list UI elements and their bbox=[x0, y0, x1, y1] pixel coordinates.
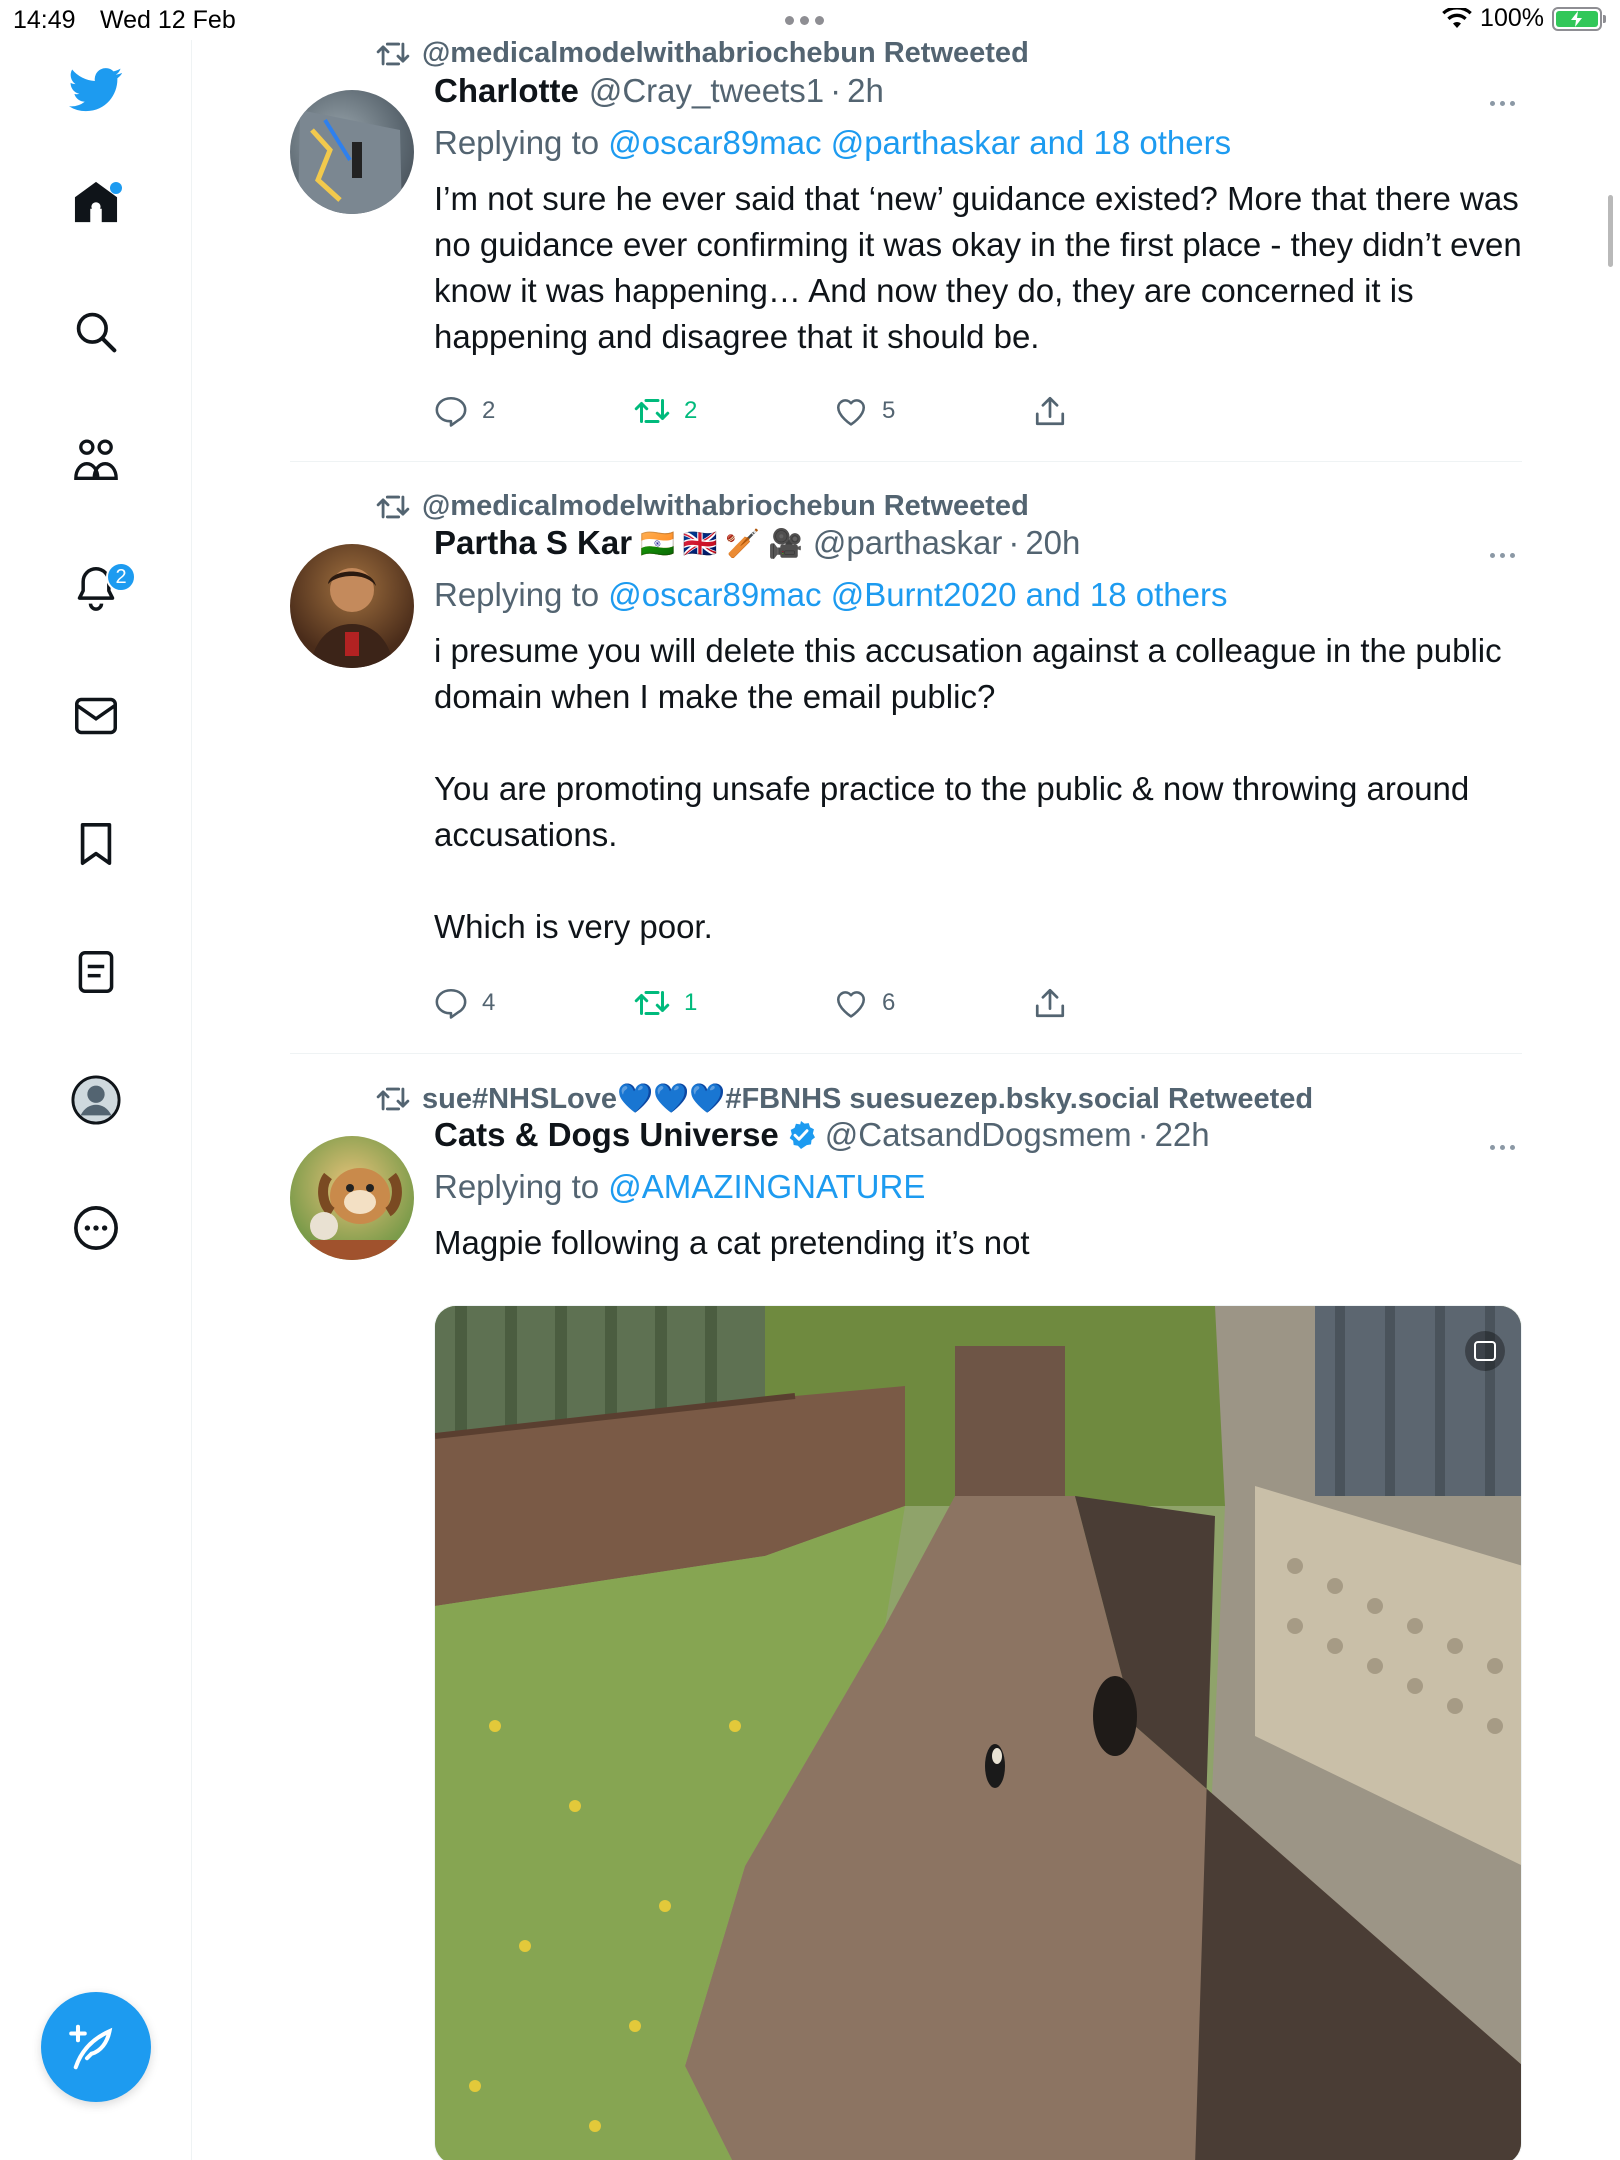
separator-dot: · bbox=[1008, 524, 1020, 561]
wifi-icon bbox=[1442, 7, 1472, 28]
retweeted-by-text[interactable]: @medicalmodelwithabriochebun Retweeted bbox=[422, 490, 1029, 523]
reply-button[interactable]: 2 bbox=[434, 394, 634, 428]
replying-to: Replying to @oscar89mac @parthaskar and … bbox=[434, 124, 1524, 162]
tweet-text: i presume you will delete this accusatio… bbox=[434, 632, 1502, 945]
author-handle[interactable]: @Cray_tweets1 bbox=[589, 72, 824, 110]
tweet-text: I’m not sure he ever said that ‘new’ gui… bbox=[434, 180, 1522, 355]
avatar[interactable] bbox=[290, 90, 414, 214]
retweet-icon bbox=[634, 399, 670, 423]
author-name[interactable]: Charlotte bbox=[434, 72, 579, 110]
replying-to: Replying to @oscar89mac @Burnt2020 and 1… bbox=[434, 576, 1524, 614]
replying-prefix: Replying to bbox=[434, 124, 600, 161]
author-handle[interactable]: @parthaskar bbox=[813, 524, 1002, 562]
retweet-context: sue#NHSLove💙💙💙#FBNHS suesuezep.bsky.soci… bbox=[376, 1082, 1313, 1116]
heart-icon bbox=[836, 399, 866, 426]
video-frame-image bbox=[435, 1306, 1521, 2160]
notifications-badge: 2 bbox=[106, 562, 136, 592]
sidebar: 2 bbox=[0, 40, 192, 2160]
status-time: 14:49 bbox=[13, 6, 76, 34]
compose-feather-icon bbox=[69, 2024, 113, 2070]
notifications-bell-icon[interactable]: 2 bbox=[66, 558, 136, 618]
retweeted-by-text[interactable]: @medicalmodelwithabriochebun Retweeted bbox=[422, 37, 1029, 70]
compose-tweet-button[interactable] bbox=[41, 1992, 151, 2102]
replying-to-links[interactable]: @oscar89mac @Burnt2020 and 18 others bbox=[608, 576, 1227, 613]
tweet-more-menu-icon[interactable] bbox=[1482, 1132, 1522, 1162]
tweet[interactable]: @medicalmodelwithabriochebun Retweeted C… bbox=[290, 30, 1522, 462]
reply-count: 4 bbox=[482, 989, 496, 1016]
replying-to-links[interactable]: @oscar89mac @parthaskar and 18 others bbox=[608, 124, 1231, 161]
avatar[interactable] bbox=[290, 544, 414, 668]
author-name[interactable]: Cats & Dogs Universe bbox=[434, 1116, 779, 1154]
heart-icon bbox=[836, 991, 866, 1018]
retweet-icon bbox=[376, 42, 410, 65]
like-count: 6 bbox=[882, 989, 896, 1016]
battery-percent: 100% bbox=[1480, 4, 1544, 32]
tweet-time[interactable]: 2h bbox=[847, 72, 884, 110]
retweet-button[interactable]: 2 bbox=[634, 394, 834, 428]
search-icon[interactable] bbox=[66, 302, 126, 362]
reply-count: 2 bbox=[482, 397, 496, 424]
retweet-context: @medicalmodelwithabriochebun Retweeted bbox=[376, 490, 1029, 523]
share-icon bbox=[1035, 988, 1065, 1018]
communities-icon[interactable] bbox=[66, 430, 126, 490]
messages-envelope-icon[interactable] bbox=[66, 686, 126, 746]
tweet-actions: 2 2 5 bbox=[434, 394, 1234, 428]
twitter-logo-icon[interactable] bbox=[66, 60, 126, 120]
status-date: Wed 12 Feb bbox=[100, 6, 236, 34]
bookmark-icon[interactable] bbox=[66, 814, 126, 874]
tweet-content: Charlotte @Cray_tweets1 · 2h Replying to… bbox=[434, 72, 1524, 360]
replying-to-links[interactable]: @AMAZINGNATURE bbox=[608, 1168, 925, 1205]
scrollbar-thumb[interactable] bbox=[1608, 195, 1613, 267]
retweet-icon bbox=[634, 991, 670, 1015]
tweet-more-menu-icon[interactable] bbox=[1482, 540, 1522, 570]
share-button[interactable] bbox=[1034, 394, 1234, 428]
replying-to: Replying to @AMAZINGNATURE bbox=[434, 1168, 1524, 1206]
lists-icon[interactable] bbox=[66, 942, 126, 1002]
share-icon bbox=[1035, 396, 1065, 426]
like-count: 5 bbox=[882, 397, 896, 424]
retweet-count: 2 bbox=[684, 397, 698, 424]
separator-dot: · bbox=[1137, 1116, 1149, 1153]
author-handle[interactable]: @CatsandDogsmem bbox=[825, 1116, 1132, 1154]
reply-icon bbox=[435, 396, 467, 427]
retweet-context: @medicalmodelwithabriochebun Retweeted bbox=[376, 37, 1029, 70]
multitasking-dots-icon[interactable] bbox=[785, 16, 824, 25]
tweet-content: Cats & Dogs Universe @CatsandDogsmem · 2… bbox=[434, 1116, 1524, 1266]
retweet-icon bbox=[376, 1087, 410, 1111]
like-button[interactable]: 6 bbox=[834, 986, 1034, 1020]
retweet-button[interactable]: 1 bbox=[634, 986, 834, 1020]
author-name-emoji: 🇮🇳 🇬🇧 🏏 🎥 bbox=[640, 527, 803, 559]
retweeted-by-text[interactable]: sue#NHSLove💙💙💙#FBNHS suesuezep.bsky.soci… bbox=[422, 1082, 1313, 1116]
tweet-actions: 4 1 6 bbox=[434, 986, 1234, 1020]
verified-badge-icon bbox=[785, 1119, 817, 1151]
more-circle-icon[interactable] bbox=[66, 1198, 126, 1258]
avatar[interactable] bbox=[290, 1136, 414, 1260]
separator-dot: · bbox=[830, 72, 842, 109]
author-name[interactable]: Partha S Kar bbox=[434, 524, 632, 562]
share-button[interactable] bbox=[1034, 986, 1234, 1020]
tweet-text: Magpie following a cat pretending it’s n… bbox=[434, 1224, 1030, 1261]
reply-icon bbox=[435, 988, 467, 1019]
retweet-icon bbox=[376, 495, 410, 518]
like-button[interactable]: 5 bbox=[834, 394, 1034, 428]
tweet-content: Partha S Kar 🇮🇳 🇬🇧 🏏 🎥 @parthaskar · 20h… bbox=[434, 524, 1524, 950]
tweet-time[interactable]: 20h bbox=[1025, 524, 1080, 562]
reply-button[interactable]: 4 bbox=[434, 986, 634, 1020]
tweet-more-menu-icon[interactable] bbox=[1482, 88, 1522, 118]
replying-prefix: Replying to bbox=[434, 576, 600, 613]
tweet[interactable]: @medicalmodelwithabriochebun Retweeted P… bbox=[290, 462, 1522, 1054]
home-unread-dot bbox=[110, 182, 122, 194]
tweet-video-media[interactable] bbox=[434, 1305, 1522, 2160]
profile-icon[interactable] bbox=[66, 1070, 126, 1130]
home-icon[interactable] bbox=[66, 172, 126, 232]
replying-prefix: Replying to bbox=[434, 1168, 600, 1205]
battery-icon bbox=[1552, 6, 1606, 31]
tweet-time[interactable]: 22h bbox=[1155, 1116, 1210, 1154]
retweet-count: 1 bbox=[684, 989, 698, 1016]
